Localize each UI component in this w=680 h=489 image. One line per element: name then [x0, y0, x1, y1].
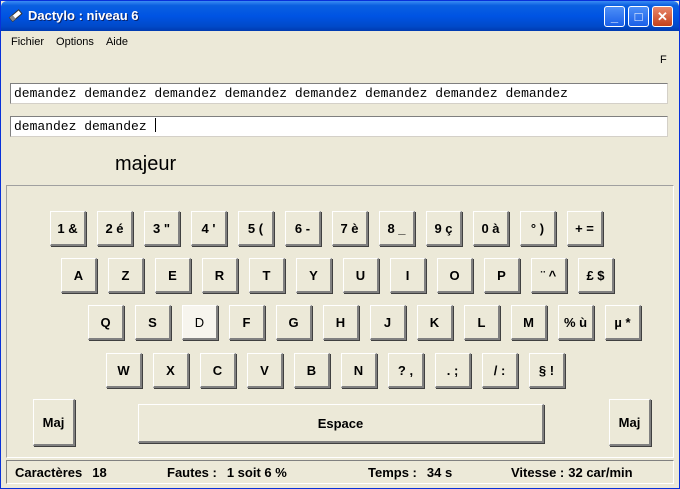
key[interactable]: . ; [435, 353, 471, 388]
key[interactable]: 7 è [332, 211, 368, 246]
key[interactable]: ¨ ^ [531, 258, 567, 293]
key[interactable]: µ * [605, 305, 641, 340]
key[interactable]: U [343, 258, 379, 293]
finger-hint: majeur [115, 153, 177, 175]
key[interactable]: + = [567, 211, 603, 246]
key[interactable]: C [200, 353, 236, 388]
key[interactable]: 5 ( [238, 211, 274, 246]
menu-aide[interactable]: Aide [100, 34, 134, 48]
right-shift-key[interactable]: Maj [609, 399, 651, 446]
key-active[interactable]: D [182, 305, 218, 340]
key[interactable]: S [135, 305, 171, 340]
key[interactable]: 2 é [97, 211, 133, 246]
key[interactable]: 3 " [144, 211, 180, 246]
status-speed: Vitesse :32 car/min [511, 465, 633, 480]
key[interactable]: L [464, 305, 500, 340]
key[interactable]: R [202, 258, 238, 293]
status-bar: Caractères 18 Fautes : 1 soit 6 % Temps : 3… [6, 460, 674, 484]
close-button[interactable]: ✕ [652, 6, 673, 27]
status-faults: Fautes : 1 soit 6 % [167, 465, 287, 480]
key[interactable]: 1 & [50, 211, 86, 246]
maximize-button[interactable]: □ [628, 6, 649, 27]
key[interactable]: V [247, 353, 283, 388]
key[interactable]: E [155, 258, 191, 293]
key[interactable]: O [437, 258, 473, 293]
mode-flag: F [660, 54, 667, 66]
status-faults-value: 1 soit 6 % [226, 465, 287, 480]
typed-text: demandez demandez [14, 119, 155, 134]
key[interactable]: 4 ' [191, 211, 227, 246]
status-characters: Caractères 18 [15, 465, 107, 480]
key[interactable]: Z [108, 258, 144, 293]
title-bar[interactable]: Dactylo : niveau 6 _ □ ✕ [1, 1, 679, 31]
key[interactable]: M [511, 305, 547, 340]
status-speed-label: Vitesse : [511, 465, 565, 480]
key[interactable]: P [484, 258, 520, 293]
status-faults-label: Fautes : [167, 465, 217, 480]
window-title: Dactylo : niveau 6 [28, 8, 139, 23]
menu-bar: Fichier Options Aide [5, 34, 134, 52]
status-speed-value: 32 car/min [568, 465, 633, 480]
key[interactable]: G [276, 305, 312, 340]
key[interactable]: Q [88, 305, 124, 340]
pen-icon [8, 9, 23, 23]
key[interactable]: 0 à [473, 211, 509, 246]
virtual-keyboard: 1 & 2 é 3 " 4 ' 5 ( 6 - 7 è 8 _ 9 ç 0 à … [6, 185, 674, 458]
app-window: Dactylo : niveau 6 _ □ ✕ Fichier Options A… [0, 0, 680, 489]
key[interactable]: B [294, 353, 330, 388]
status-time-label: Temps : [368, 465, 417, 480]
key[interactable]: F [229, 305, 265, 340]
minimize-button[interactable]: _ [604, 6, 625, 27]
key[interactable]: 9 ç [426, 211, 462, 246]
key[interactable]: N [341, 353, 377, 388]
model-text-field: demandez demandez demandez demandez dema… [10, 83, 668, 104]
status-time-value: 34 s [426, 465, 453, 480]
key[interactable]: 8 _ [379, 211, 415, 246]
status-time: Temps : 34 s [368, 465, 452, 480]
space-key[interactable]: Espace [138, 404, 544, 443]
key[interactable]: 6 - [285, 211, 321, 246]
left-shift-key[interactable]: Maj [33, 399, 75, 446]
key[interactable]: % ù [558, 305, 594, 340]
key[interactable]: ? , [388, 353, 424, 388]
key[interactable]: K [417, 305, 453, 340]
status-characters-value: 18 [92, 465, 107, 480]
typing-input[interactable]: demandez demandez [10, 116, 668, 137]
key[interactable]: J [370, 305, 406, 340]
key[interactable]: I [390, 258, 426, 293]
key[interactable]: A [61, 258, 97, 293]
key[interactable]: ° ) [520, 211, 556, 246]
key[interactable]: X [153, 353, 189, 388]
key[interactable]: W [106, 353, 142, 388]
key[interactable]: Y [296, 258, 332, 293]
text-caret [155, 118, 157, 132]
menu-options[interactable]: Options [50, 34, 100, 48]
key[interactable]: £ $ [578, 258, 614, 293]
status-characters-label: Caractères [15, 465, 83, 480]
key[interactable]: § ! [529, 353, 565, 388]
menu-fichier[interactable]: Fichier [5, 34, 50, 48]
key[interactable]: H [323, 305, 359, 340]
key[interactable]: T [249, 258, 285, 293]
key[interactable]: / : [482, 353, 518, 388]
